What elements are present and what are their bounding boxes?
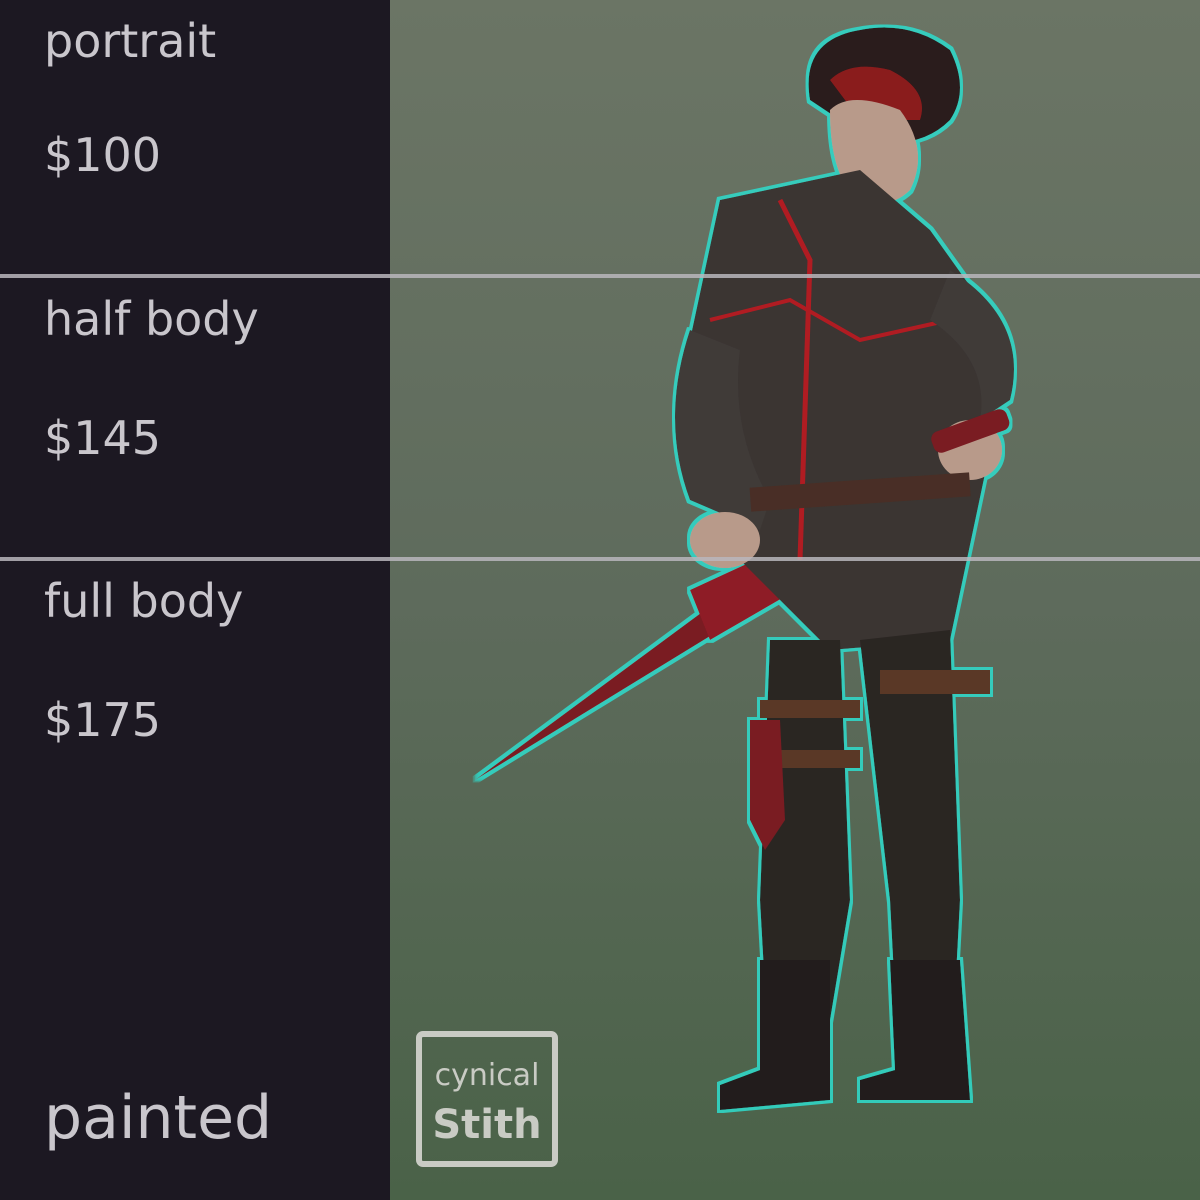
tier-label-portrait: portrait <box>44 14 217 68</box>
style-label: painted <box>44 1083 273 1153</box>
artist-signature: cynical Stith <box>415 1030 559 1168</box>
tier-label-full-body: full body <box>44 574 244 628</box>
tier-label-half-body: half body <box>44 292 259 346</box>
character-illustration <box>475 27 1014 1110</box>
tier-price-full-body: $175 <box>44 693 162 747</box>
tier-price-portrait: $100 <box>44 128 162 182</box>
signature-stamp-logo: cynical Stith <box>416 1031 558 1167</box>
tier-price-half-body: $145 <box>44 411 162 465</box>
tier-divider-1 <box>0 274 1200 278</box>
tier-divider-2 <box>0 557 1200 561</box>
svg-text:cynical: cynical <box>435 1058 540 1093</box>
svg-text:Stith: Stith <box>432 1102 541 1148</box>
